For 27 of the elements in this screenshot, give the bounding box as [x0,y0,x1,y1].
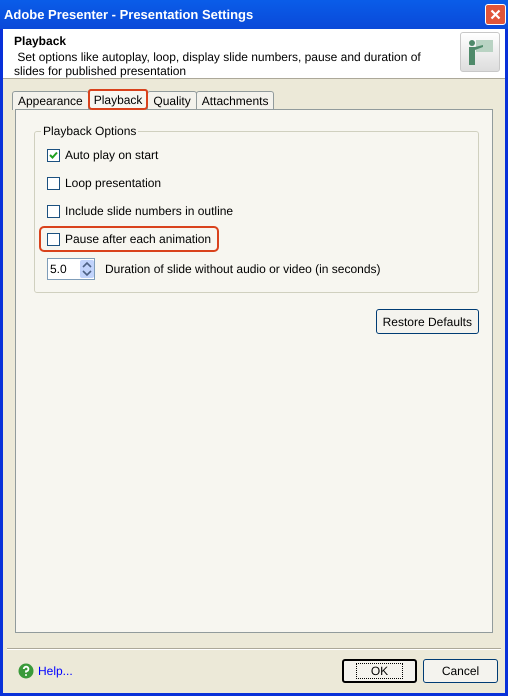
spinner-label: Duration of slide without audio or video (in seconds) [105,261,380,278]
spinner-arrows-icon[interactable] [80,260,94,278]
checkbox[interactable] [47,148,60,162]
checkbox-label[interactable]: Include slide numbers in outline [65,202,234,220]
checkbox[interactable] [47,204,60,218]
checkmark-icon [49,150,58,160]
dialog-button[interactable]: Cancel [423,659,498,683]
help-icon[interactable] [18,663,34,679]
tab[interactable]: Appearance [12,91,89,110]
tab[interactable]: Quality [147,91,197,110]
dialog-button[interactable]: OK [342,659,417,683]
help-link[interactable]: Help... [38,662,73,680]
header-description: Set options like autoplay, loop, display slide numbers, pause and duration of slides for published presentation [14,50,422,78]
header-title: Playback [14,33,68,50]
checkbox[interactable] [47,232,60,246]
checkbox-label[interactable]: Pause after each animation [65,230,212,248]
checkbox[interactable] [47,176,60,190]
presenter-icon [460,32,500,72]
checkbox-label[interactable]: Auto play on start [65,146,158,164]
window-title: Adobe Presenter - Presentation Settings [4,6,254,24]
tab[interactable]: Playback [88,89,148,110]
close-icon [490,9,501,20]
tab[interactable]: Attachments [196,91,274,110]
restore-defaults-button[interactable]: Restore Defaults [376,309,479,334]
checkbox-label[interactable]: Loop presentation [65,174,162,192]
group-title: Playback Options [42,123,138,140]
close-button[interactable] [485,4,506,25]
